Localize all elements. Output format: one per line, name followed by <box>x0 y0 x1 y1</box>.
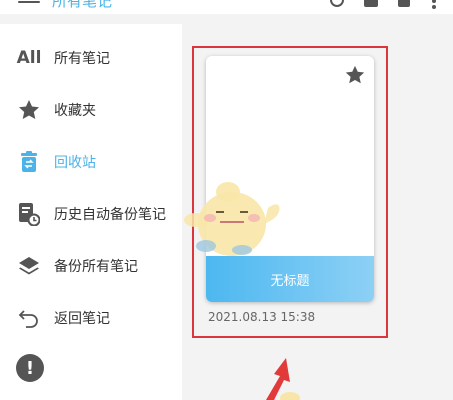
sidebar: All 所有笔记 收藏夹 回收站 历史自动备份笔记 备份所有笔记 返回笔记 <box>0 24 182 400</box>
history-backup-icon <box>16 201 42 227</box>
sidebar-item-return[interactable]: 返回笔记 <box>0 298 182 338</box>
sidebar-item-backup-all[interactable]: 备份所有笔记 <box>0 246 182 286</box>
sidebar-item-label: 所有笔记 <box>54 51 110 67</box>
exclamation-icon[interactable]: ! <box>16 354 44 382</box>
sidebar-item-label: 回收站 <box>54 155 96 171</box>
sidebar-item-label: 历史自动备份笔记 <box>54 207 166 223</box>
return-icon <box>16 305 42 331</box>
sidebar-item-label: 备份所有笔记 <box>54 259 138 275</box>
sidebar-item-history-backup[interactable]: 历史自动备份笔记 <box>0 194 182 234</box>
mascot-sticker <box>184 182 280 256</box>
document-icon[interactable] <box>398 0 410 7</box>
sidebar-item-recycle-bin[interactable]: 回收站 <box>0 142 182 182</box>
note-date: 2021.08.13 15:38 <box>208 310 316 324</box>
sidebar-item-label: 返回笔记 <box>54 311 110 327</box>
recycle-bin-icon <box>16 149 42 175</box>
more-icon[interactable] <box>432 0 436 9</box>
star-icon[interactable] <box>344 64 366 86</box>
bell-icon[interactable] <box>364 0 378 7</box>
all-icon: All <box>16 48 42 68</box>
note-title: 无标题 <box>270 273 310 289</box>
sidebar-item-favorites[interactable]: 收藏夹 <box>0 90 182 130</box>
top-app-bar: 所有笔记 <box>0 0 453 14</box>
arrow-icon <box>266 358 300 400</box>
menu-icon[interactable] <box>18 0 40 10</box>
star-icon <box>16 97 42 123</box>
sidebar-item-label: 收藏夹 <box>54 103 96 119</box>
note-card-footer: 无标题 <box>206 256 374 302</box>
page-title: 所有笔记 <box>52 0 113 10</box>
search-icon[interactable] <box>330 0 344 7</box>
sidebar-item-all-notes[interactable]: All 所有笔记 <box>0 38 182 78</box>
layers-icon <box>16 253 42 279</box>
